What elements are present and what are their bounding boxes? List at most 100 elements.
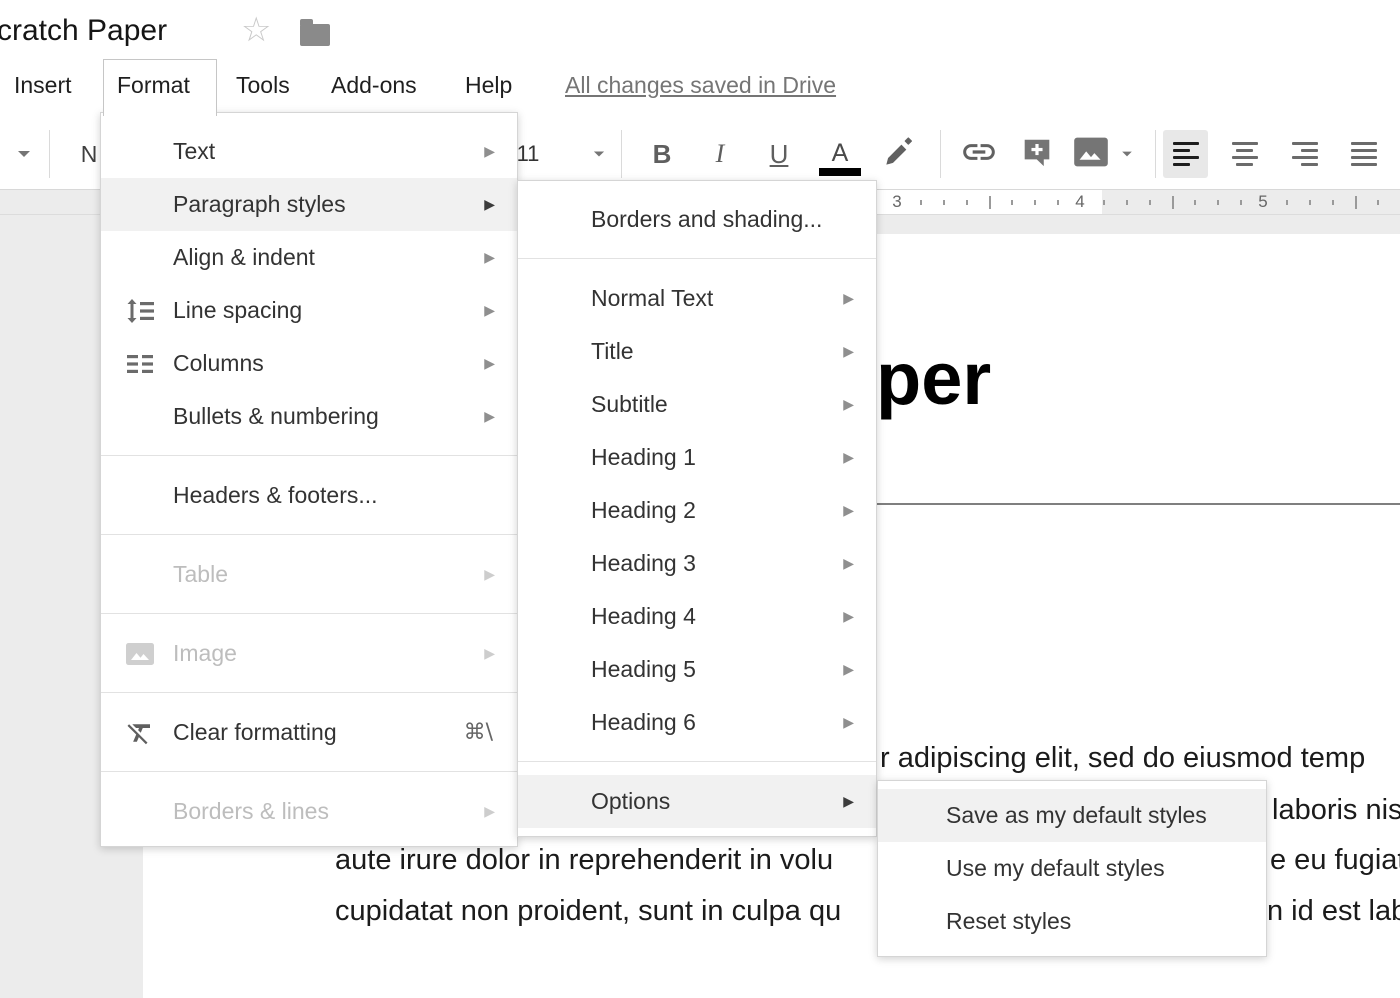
clear-formatting-icon xyxy=(125,718,155,748)
menu-tools[interactable]: Tools xyxy=(236,72,290,99)
menu-item-heading-3[interactable]: Heading 3▶ xyxy=(518,537,876,590)
ruler-tick xyxy=(1332,200,1334,205)
chevron-down-icon xyxy=(18,151,30,157)
menu-item-heading-6[interactable]: Heading 6▶ xyxy=(518,696,876,749)
menu-item-reset-styles[interactable]: Reset styles xyxy=(878,895,1266,948)
submenu-arrow-icon: ▶ xyxy=(843,450,854,466)
menu-item-label: Borders and shading... xyxy=(591,206,822,233)
menu-separator xyxy=(518,258,876,259)
menu-item-label: Heading 1 xyxy=(591,444,696,471)
underline-button[interactable]: U xyxy=(760,130,798,178)
menu-format[interactable]: Format xyxy=(117,72,190,99)
menu-item-text[interactable]: Text▶ xyxy=(101,125,517,178)
toolbar-dropdown-button[interactable] xyxy=(12,130,36,178)
align-center-button[interactable] xyxy=(1222,130,1267,178)
menu-item-subtitle[interactable]: Subtitle ▶ xyxy=(518,378,876,431)
ruler-tick xyxy=(1034,200,1036,205)
document-text-line[interactable]: e eu fugiat xyxy=(1270,844,1400,877)
align-left-button[interactable] xyxy=(1163,130,1208,178)
menu-item-heading-4[interactable]: Heading 4▶ xyxy=(518,590,876,643)
menu-item-label: Line spacing xyxy=(173,297,302,324)
menu-item-bullets-numbering[interactable]: Bullets & numbering▶ xyxy=(101,390,517,443)
menu-help[interactable]: Help xyxy=(465,72,512,99)
menu-item-label: Title xyxy=(591,338,634,365)
align-right-button[interactable] xyxy=(1282,130,1327,178)
document-text-line[interactable]: cupidatat non proident, sunt in culpa qu xyxy=(335,895,841,928)
menu-item-label: Bullets & numbering xyxy=(173,403,379,430)
google-docs-app: 345 per r adipiscing elit, sed do eiusmo… xyxy=(0,0,1400,998)
menu-item-align-indent[interactable]: Align & indent▶ xyxy=(101,231,517,284)
insert-image-button[interactable] xyxy=(1068,130,1114,178)
toolbar-separator xyxy=(1155,130,1156,178)
insert-link-button[interactable] xyxy=(957,130,1001,178)
line-spacing-icon xyxy=(125,298,157,324)
saved-status-link[interactable]: All changes saved in Drive xyxy=(565,72,836,99)
menu-add-ons[interactable]: Add-ons xyxy=(331,72,417,99)
menu-insert[interactable]: Insert xyxy=(14,72,72,99)
submenu-arrow-icon: ▶ xyxy=(484,356,495,372)
ruler-tick xyxy=(920,200,922,205)
document-text-line[interactable]: r adipiscing elit, sed do eiusmod temp xyxy=(880,742,1365,775)
menu-item-heading-2[interactable]: Heading 2▶ xyxy=(518,484,876,537)
options-submenu: Save as my default styles Use my default … xyxy=(877,780,1267,957)
menu-item-label: Reset styles xyxy=(946,908,1071,935)
menu-item-label: Text xyxy=(173,138,215,165)
submenu-arrow-icon: ▶ xyxy=(843,609,854,625)
menu-item-label: Image xyxy=(173,640,237,667)
document-name[interactable]: cratch Paper xyxy=(0,14,167,48)
insert-image-dropdown[interactable] xyxy=(1116,130,1138,178)
menu-item-heading-5[interactable]: Heading 5▶ xyxy=(518,643,876,696)
document-title-text[interactable]: per xyxy=(876,336,991,421)
chevron-down-icon xyxy=(1122,152,1132,157)
align-justify-button[interactable] xyxy=(1341,130,1386,178)
align-right-icon xyxy=(1292,140,1318,168)
menu-item-label: Use my default styles xyxy=(946,855,1165,882)
ruler-tick xyxy=(1149,200,1151,205)
highlight-button[interactable] xyxy=(878,130,920,178)
document-text-line[interactable]: aute irure dolor in reprehenderit in vol… xyxy=(335,844,833,877)
ruler-tick xyxy=(989,196,991,209)
star-icon[interactable]: ☆ xyxy=(241,10,271,50)
submenu-arrow-icon: ▶ xyxy=(843,397,854,413)
ruler-tick xyxy=(966,200,968,205)
menu-item-line-spacing[interactable]: Line spacing▶ xyxy=(101,284,517,337)
bold-button[interactable]: B xyxy=(644,130,680,178)
menu-separator xyxy=(518,761,876,762)
menu-item-use-my-default-styles[interactable]: Use my default styles xyxy=(878,842,1266,895)
text-color-button[interactable]: A xyxy=(818,130,862,178)
menu-item-borders-and-shading[interactable]: Borders and shading... xyxy=(518,193,876,246)
submenu-arrow-icon: ▶ xyxy=(843,715,854,731)
add-comment-button[interactable] xyxy=(1016,130,1058,178)
menu-item-label: Align & indent xyxy=(173,244,315,271)
document-text-line[interactable]: laboris nis xyxy=(1272,794,1400,827)
menu-item-paragraph-styles[interactable]: Paragraph styles▶ xyxy=(101,178,517,231)
menu-item-normal-text[interactable]: Normal Text▶ xyxy=(518,272,876,325)
ruler-number: 3 xyxy=(892,192,901,212)
menu-item-label: Save as my default styles xyxy=(946,802,1207,829)
font-size-dropdown[interactable] xyxy=(588,130,610,178)
menu-item-headers-footers[interactable]: Headers & footers... xyxy=(101,469,517,522)
menu-item-options[interactable]: Options▶ xyxy=(518,775,876,828)
menu-item-label: Paragraph styles xyxy=(173,191,346,218)
chevron-down-icon xyxy=(594,151,604,156)
paragraph-style-selector[interactable]: N xyxy=(76,130,102,178)
menu-item-clear-formatting[interactable]: Clear formatting⌘\ xyxy=(101,706,517,759)
menu-item-save-as-my-default-styles[interactable]: Save as my default styles xyxy=(878,789,1266,842)
ruler-tick xyxy=(1355,196,1357,209)
ruler-tick xyxy=(1011,200,1013,205)
submenu-arrow-icon: ▶ xyxy=(843,556,854,572)
submenu-arrow-icon: ▶ xyxy=(843,503,854,519)
document-text-line[interactable]: n id est lab xyxy=(1267,895,1400,928)
folder-icon[interactable] xyxy=(300,24,330,46)
menu-item-columns[interactable]: Columns▶ xyxy=(101,337,517,390)
italic-button[interactable]: I xyxy=(702,130,738,178)
paragraph-styles-submenu: Borders and shading... Normal Text▶ Title ▶… xyxy=(517,180,877,837)
ruler-tick xyxy=(1286,200,1288,205)
menu-item-label: Subtitle xyxy=(591,391,668,418)
ruler-tick xyxy=(1172,196,1174,209)
menu-item-heading-1[interactable]: Heading 1 ▶ xyxy=(518,431,876,484)
submenu-arrow-icon: ▶ xyxy=(843,344,854,360)
menu-item-label: Heading 5 xyxy=(591,656,696,683)
menu-item-table: Table▶ xyxy=(101,548,517,601)
menu-item-title[interactable]: Title ▶ xyxy=(518,325,876,378)
